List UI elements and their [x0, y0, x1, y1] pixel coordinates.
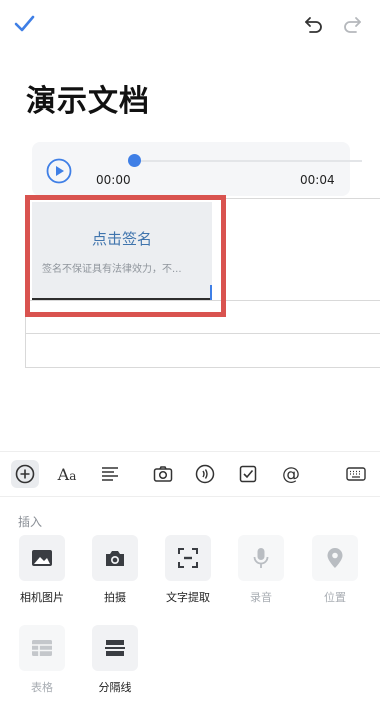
insert-section-label: 插入 [18, 515, 43, 529]
play-icon[interactable] [46, 158, 72, 184]
insert-item-label: 表格 [31, 681, 53, 694]
insert-item-label: 分隔线 [98, 681, 132, 694]
audio-progress-track[interactable] [134, 160, 362, 162]
redo-icon[interactable] [340, 12, 364, 36]
camera-icon [92, 535, 138, 581]
signature-underline [32, 298, 212, 300]
audio-current-time: 00:00 [96, 173, 131, 187]
align-icon[interactable] [96, 460, 124, 488]
text-cursor [210, 285, 212, 300]
audio-duration: 00:04 [300, 173, 335, 187]
signature-disclaimer: 签名不保证具有法律效力，不... [42, 264, 182, 275]
insert-item-label: 拍摄 [104, 591, 126, 604]
formatting-toolbar: Aa @ [0, 452, 380, 496]
image-icon [19, 535, 65, 581]
insert-item-photo[interactable]: 相机图片 [12, 535, 72, 605]
audio-player: 00:00 00:04 [32, 142, 362, 196]
insert-item-label: 相机图片 [20, 591, 64, 604]
microphone-icon [238, 535, 284, 581]
insert-item-location[interactable]: 位置 [305, 535, 365, 605]
insert-item-table[interactable]: 表格 [12, 625, 72, 695]
text-extract-icon [165, 535, 211, 581]
insert-item-text-extract[interactable]: 文字提取 [158, 535, 218, 605]
location-pin-icon [312, 535, 358, 581]
insert-item-label: 位置 [324, 591, 346, 604]
check-icon[interactable] [12, 12, 36, 36]
mention-icon[interactable]: @ [277, 460, 305, 488]
insert-item-divider[interactable]: 分隔线 [85, 625, 145, 695]
font-icon[interactable]: Aa [53, 460, 81, 488]
insert-item-record[interactable]: 录音 [231, 535, 291, 605]
checkbox-icon[interactable] [234, 460, 262, 488]
signature-field[interactable]: 点击签名 签名不保证具有法律效力，不... [32, 202, 212, 298]
camera-icon[interactable] [149, 460, 177, 488]
undo-icon[interactable] [302, 12, 326, 36]
table-icon [19, 625, 65, 671]
signature-prompt: 点击签名 [91, 230, 152, 248]
divider-icon [92, 625, 138, 671]
document-title[interactable]: 演示文档 [26, 76, 150, 120]
toolbar-bottom-divider [0, 496, 380, 497]
audio-progress-handle[interactable] [128, 154, 141, 167]
top-bar [0, 0, 380, 48]
keyboard-icon[interactable] [342, 460, 370, 488]
insert-item-capture[interactable]: 拍摄 [85, 535, 145, 605]
insert-item-label: 录音 [250, 591, 272, 604]
plus-circle-icon[interactable] [11, 460, 39, 488]
voice-icon[interactable] [191, 460, 219, 488]
insert-item-label: 文字提取 [166, 591, 210, 604]
